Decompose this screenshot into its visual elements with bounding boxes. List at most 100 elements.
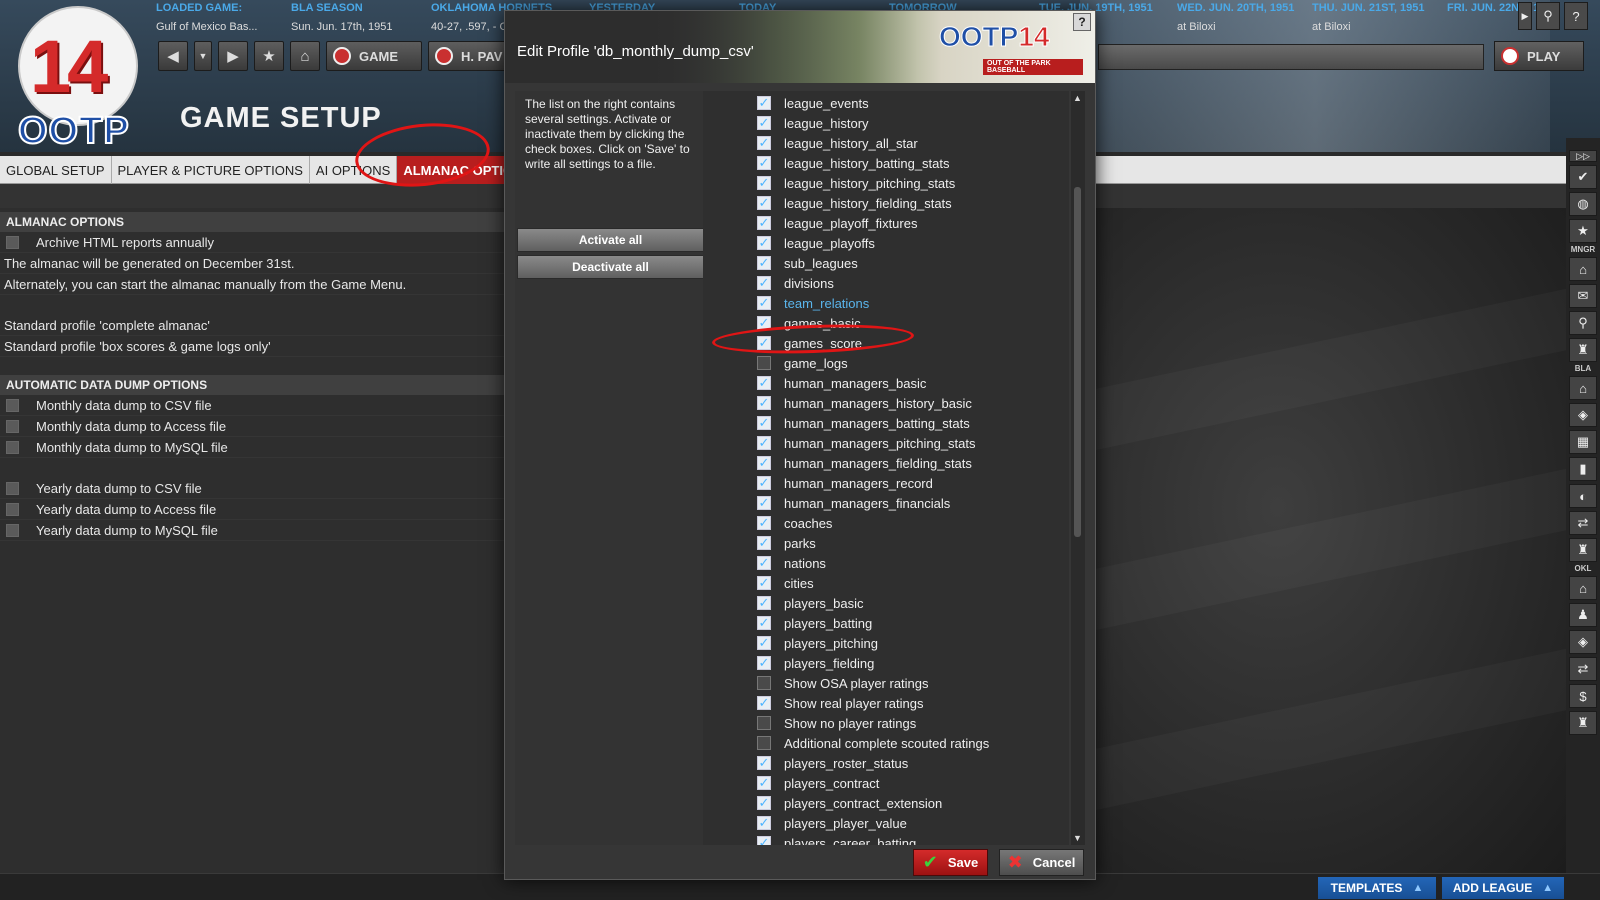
setting-item[interactable]: ✓ players_contract_extension xyxy=(703,793,1058,813)
help-icon[interactable]: ? xyxy=(1564,2,1588,30)
setting-item[interactable]: ✓ league_playoff_fixtures xyxy=(703,213,1058,233)
save-button[interactable]: ✔ Save xyxy=(913,849,988,876)
setting-item[interactable]: ✓ players_player_value xyxy=(703,813,1058,833)
scroll-down-icon[interactable]: ▼ xyxy=(1073,833,1082,843)
profile-box-scores[interactable]: Standard profile 'box scores & game logs… xyxy=(0,336,505,357)
setting-item[interactable]: ✓ Show real player ratings xyxy=(703,693,1058,713)
checkbox-checked[interactable]: ✓ xyxy=(757,496,771,511)
info-loaded-game[interactable]: LOADED GAME: Gulf of Mexico Bas... xyxy=(150,0,285,38)
info-season[interactable]: BLA SEASON Sun. Jun. 17th, 1951 xyxy=(285,0,425,38)
team-award-icon[interactable]: ♜ xyxy=(1569,711,1597,735)
setting-item[interactable]: ✓ players_basic xyxy=(703,593,1058,613)
setting-item[interactable]: ✓ human_managers_batting_stats xyxy=(703,413,1058,433)
setting-item[interactable]: ✓ sub_leagues xyxy=(703,253,1058,273)
checkmark-icon[interactable]: ✔ xyxy=(1569,165,1597,189)
manager-search-bar[interactable] xyxy=(1098,44,1484,70)
cancel-button[interactable]: ✖ Cancel xyxy=(999,849,1084,876)
checkbox-checked[interactable]: ✓ xyxy=(757,556,771,571)
monthly-access-option[interactable]: Monthly data dump to Access file xyxy=(0,416,505,437)
transactions-icon[interactable]: ⇄ xyxy=(1569,511,1597,535)
setting-item[interactable]: ✓ coaches xyxy=(703,513,1058,533)
checkbox-checked[interactable]: ✓ xyxy=(757,196,771,211)
yearly-access-option[interactable]: Yearly data dump to Access file xyxy=(0,499,505,520)
league-home-icon[interactable]: ⌂ xyxy=(1569,376,1597,400)
award-icon[interactable]: ♜ xyxy=(1569,538,1597,562)
setting-item[interactable]: ✓ players_pitching xyxy=(703,633,1058,653)
setting-item[interactable]: ✓ players_roster_status xyxy=(703,753,1058,773)
scroll-up-icon[interactable]: ▲ xyxy=(1073,93,1082,103)
checkbox-checked[interactable]: ✓ xyxy=(757,236,771,251)
checkbox-checked[interactable]: ✓ xyxy=(757,596,771,611)
tab-player-picture-options[interactable]: PLAYER & PICTURE OPTIONS xyxy=(112,156,310,184)
setting-item[interactable]: ✓ team_relations xyxy=(703,293,1058,313)
checkbox-checked[interactable]: ✓ xyxy=(757,516,771,531)
home-icon[interactable]: ⌂ xyxy=(290,41,320,71)
star-icon[interactable]: ★ xyxy=(254,41,284,71)
info-day-wed[interactable]: WED. JUN. 20TH, 1951 at Biloxi xyxy=(1171,0,1306,38)
checkbox-checked[interactable]: ✓ xyxy=(757,156,771,171)
bar-chart-icon[interactable]: ▮ xyxy=(1569,457,1597,481)
setting-item[interactable]: ✓ divisions xyxy=(703,273,1058,293)
checkbox-checked[interactable]: ✓ xyxy=(757,816,771,831)
checkbox-checked[interactable]: ✓ xyxy=(757,776,771,791)
checkbox-checked[interactable]: ✓ xyxy=(757,296,771,311)
archive-option[interactable]: Archive HTML reports annually xyxy=(0,232,505,253)
info-day-thu[interactable]: THU. JUN. 21ST, 1951 at Biloxi xyxy=(1306,0,1441,38)
help-icon[interactable]: ? xyxy=(1073,13,1091,31)
setting-item[interactable]: ✓ league_playoffs xyxy=(703,233,1058,253)
roster-icon[interactable]: ♟ xyxy=(1569,603,1597,627)
setting-item[interactable]: ✓ human_managers_financials xyxy=(703,493,1058,513)
diamond-icon[interactable]: ◈ xyxy=(1569,403,1597,427)
checkbox-checked[interactable]: ✓ xyxy=(757,96,771,111)
team-home-icon[interactable]: ⌂ xyxy=(1569,576,1597,600)
checkbox-checked[interactable]: ✓ xyxy=(757,276,771,291)
checkbox-checked[interactable]: ✓ xyxy=(757,436,771,451)
setting-item[interactable]: game_logs xyxy=(703,353,1058,373)
checkbox-checked[interactable]: ✓ xyxy=(757,216,771,231)
home-icon[interactable]: ⌂ xyxy=(1569,257,1597,281)
yearly-mysql-option[interactable]: Yearly data dump to MySQL file xyxy=(0,520,505,541)
setting-item[interactable]: ✓ human_managers_fielding_stats xyxy=(703,453,1058,473)
setting-item[interactable]: ✓ league_history_pitching_stats xyxy=(703,173,1058,193)
checkbox-checked[interactable]: ✓ xyxy=(757,696,771,711)
checkbox-checked[interactable]: ✓ xyxy=(757,576,771,591)
team-diamond-icon[interactable]: ◈ xyxy=(1569,630,1597,654)
mail-icon[interactable]: ✉ xyxy=(1569,284,1597,308)
checkbox-checked[interactable]: ✓ xyxy=(757,616,771,631)
checkbox-checked[interactable]: ✓ xyxy=(757,136,771,151)
checkbox-unchecked[interactable] xyxy=(757,736,771,750)
setting-item[interactable]: ✓ players_contract xyxy=(703,773,1058,793)
checkbox-unchecked[interactable] xyxy=(757,356,771,370)
checkbox-checked[interactable]: ✓ xyxy=(757,636,771,651)
star-icon[interactable]: ★ xyxy=(1569,219,1597,243)
baseball-icon[interactable]: ◐ xyxy=(1569,484,1597,508)
table-icon[interactable]: ▦ xyxy=(1569,430,1597,454)
checkbox-checked[interactable]: ✓ xyxy=(757,116,771,131)
setting-item[interactable]: ✓ league_events xyxy=(703,93,1058,113)
setting-item[interactable]: ✓ league_history xyxy=(703,113,1058,133)
checkbox-checked[interactable]: ✓ xyxy=(757,416,771,431)
checkbox-checked[interactable]: ✓ xyxy=(757,796,771,811)
checkbox-unchecked[interactable] xyxy=(757,676,771,690)
add-league-button[interactable]: ADD LEAGUE ▲ xyxy=(1442,877,1564,899)
game-menu-button[interactable]: GAME xyxy=(326,41,422,71)
monthly-mysql-option[interactable]: Monthly data dump to MySQL file xyxy=(0,437,505,458)
yearly-csv-checkbox[interactable] xyxy=(6,481,19,495)
setting-item[interactable]: ✓ league_history_all_star xyxy=(703,133,1058,153)
activate-all-button[interactable]: Activate all xyxy=(517,228,704,252)
archive-checkbox[interactable] xyxy=(6,235,19,249)
calendar-arrows-icon[interactable]: ▶ xyxy=(1518,2,1532,30)
setting-item[interactable]: ✓ human_managers_pitching_stats xyxy=(703,433,1058,453)
monthly-csv-option[interactable]: Monthly data dump to CSV file xyxy=(0,395,505,416)
setting-item[interactable]: ✓ parks xyxy=(703,533,1058,553)
tab-global-setup[interactable]: GLOBAL SETUP xyxy=(0,156,112,184)
team-transactions-icon[interactable]: ⇄ xyxy=(1569,657,1597,681)
settings-list[interactable]: ✓ league_events ✓ league_history ✓ league_his… xyxy=(703,91,1069,845)
checkbox-checked[interactable]: ✓ xyxy=(757,476,771,491)
list-scrollbar[interactable]: ▲ ▼ xyxy=(1071,91,1085,845)
setting-item[interactable]: ✓ nations xyxy=(703,553,1058,573)
deactivate-all-button[interactable]: Deactivate all xyxy=(517,255,704,279)
scroll-thumb[interactable] xyxy=(1074,187,1081,537)
setting-item[interactable]: ✓ human_managers_basic xyxy=(703,373,1058,393)
setting-item[interactable]: ✓ players_batting xyxy=(703,613,1058,633)
